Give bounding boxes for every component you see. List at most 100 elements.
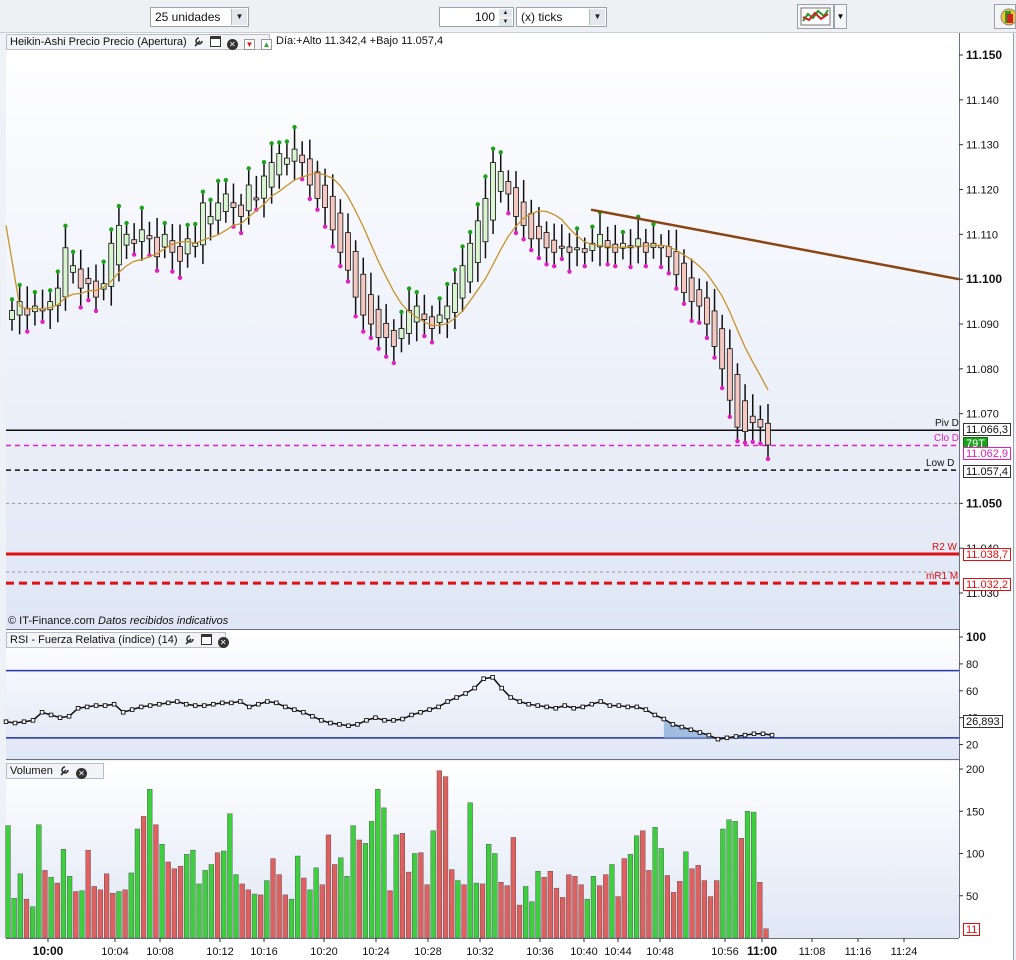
volume-bar xyxy=(707,896,714,939)
volume-bar xyxy=(744,811,751,939)
candle-marker xyxy=(9,297,15,302)
wrench-icon[interactable] xyxy=(59,765,70,776)
rsi-point xyxy=(499,685,504,691)
candle-marker xyxy=(643,263,649,269)
rsi-point xyxy=(129,707,135,712)
rsi-point xyxy=(454,695,459,700)
volume-bar xyxy=(627,854,634,939)
wrench-icon[interactable] xyxy=(184,634,195,645)
candle-body xyxy=(276,153,283,176)
candle-marker xyxy=(674,286,679,291)
volume-bar xyxy=(572,876,578,939)
candle-marker xyxy=(63,223,68,229)
candle-marker xyxy=(185,222,190,228)
rsi-point xyxy=(715,736,721,742)
rsi-tick-label: 20 xyxy=(966,740,978,752)
candle-marker xyxy=(338,263,343,269)
rsi-panel-header[interactable]: RSI - Fuerza Relativa (índice) (14) ✕ xyxy=(6,632,229,648)
move-up-icon[interactable]: ▲ xyxy=(260,39,272,50)
rsi-point xyxy=(598,699,604,704)
candle-marker xyxy=(154,268,160,273)
candle-marker xyxy=(399,309,404,315)
candle-marker xyxy=(124,220,129,226)
volume-bar xyxy=(184,854,190,939)
price-box-piv-d: 11.066,3 xyxy=(963,423,1012,436)
candle-marker xyxy=(109,227,114,232)
rsi-point xyxy=(102,703,108,708)
volume-bar xyxy=(412,853,418,939)
rsi-point xyxy=(481,676,486,681)
price-panel-bg xyxy=(6,33,959,629)
close-icon[interactable]: ✕ xyxy=(75,768,87,779)
rsi-panel-bg xyxy=(6,630,959,759)
rsi-point xyxy=(238,699,243,704)
candle-body xyxy=(459,265,466,299)
volume-panel-title: Volumen xyxy=(10,765,53,777)
wrench-icon[interactable] xyxy=(193,36,204,47)
candle-body xyxy=(146,235,153,240)
time-tick-label: 10:24 xyxy=(362,946,390,958)
volume-bar xyxy=(196,883,202,939)
window-icon[interactable] xyxy=(209,36,221,47)
candle-body xyxy=(383,322,390,338)
rsi-point xyxy=(165,700,171,706)
rsi-tick-label: 80 xyxy=(966,659,978,671)
candle-body xyxy=(299,154,306,163)
candle-marker xyxy=(750,439,755,445)
rsi-point xyxy=(310,714,315,719)
candle-marker xyxy=(269,141,274,146)
volume-panel-header[interactable]: Volumen ✕ xyxy=(6,763,104,779)
time-tick-label: 11:08 xyxy=(799,946,826,958)
price-panel-header[interactable]: Heikin-Ashi Precio Precio (Apertura) ✕ ▼… xyxy=(6,34,272,50)
candle-marker xyxy=(697,320,702,325)
window-icon[interactable] xyxy=(200,634,212,645)
rsi-point xyxy=(733,734,739,739)
volume-bar xyxy=(110,893,116,939)
time-tick-label: 10:20 xyxy=(310,946,338,958)
price-tick-label: 11.070 xyxy=(966,409,999,421)
rsi-tick-label: 60 xyxy=(966,686,978,698)
time-tick-label: 10:32 xyxy=(466,946,494,958)
volume-bar xyxy=(473,882,479,939)
candle-body xyxy=(429,316,435,329)
candle-body xyxy=(406,310,412,334)
close-icon[interactable]: ✕ xyxy=(226,39,238,50)
volume-bar xyxy=(67,876,73,939)
candle-marker xyxy=(32,289,38,295)
volume-bar xyxy=(245,889,251,939)
rsi-point xyxy=(760,731,766,737)
candle-marker xyxy=(284,139,290,144)
candle-body xyxy=(673,251,680,276)
candle-body xyxy=(177,246,183,262)
rsi-point xyxy=(364,718,369,723)
volume-bar xyxy=(307,889,313,939)
candle-body xyxy=(268,162,275,188)
volume-bar xyxy=(85,849,91,939)
rsi-point xyxy=(337,722,342,727)
volume-bar xyxy=(492,853,498,939)
volume-value-box: 11 xyxy=(963,923,981,936)
rsi-point xyxy=(30,718,36,723)
volume-bar xyxy=(116,891,122,939)
rsi-point xyxy=(93,703,99,708)
candle-body xyxy=(207,215,214,225)
rsi-point xyxy=(355,722,360,727)
candle-marker xyxy=(666,271,671,276)
rsi-point xyxy=(751,731,757,737)
volume-bar xyxy=(295,855,301,939)
candle-body xyxy=(138,229,145,242)
rsi-point xyxy=(508,695,513,700)
candle-marker xyxy=(177,275,183,281)
rsi-point xyxy=(391,718,396,723)
rsi-point xyxy=(688,727,694,733)
rsi-point xyxy=(706,732,712,738)
close-icon[interactable]: ✕ xyxy=(217,637,229,648)
rsi-point xyxy=(436,704,441,710)
candle-body xyxy=(352,251,359,298)
candle-marker xyxy=(368,335,374,341)
candle-body xyxy=(467,242,474,283)
price-box-r2-w: 11.038,7 xyxy=(963,548,1012,561)
chart-canvas: 11.150 11.140 11.130 11.120 11.110 11.100 11.0… xyxy=(0,33,1016,960)
move-down-icon[interactable]: ▼ xyxy=(243,39,255,50)
rsi-point xyxy=(48,712,54,718)
